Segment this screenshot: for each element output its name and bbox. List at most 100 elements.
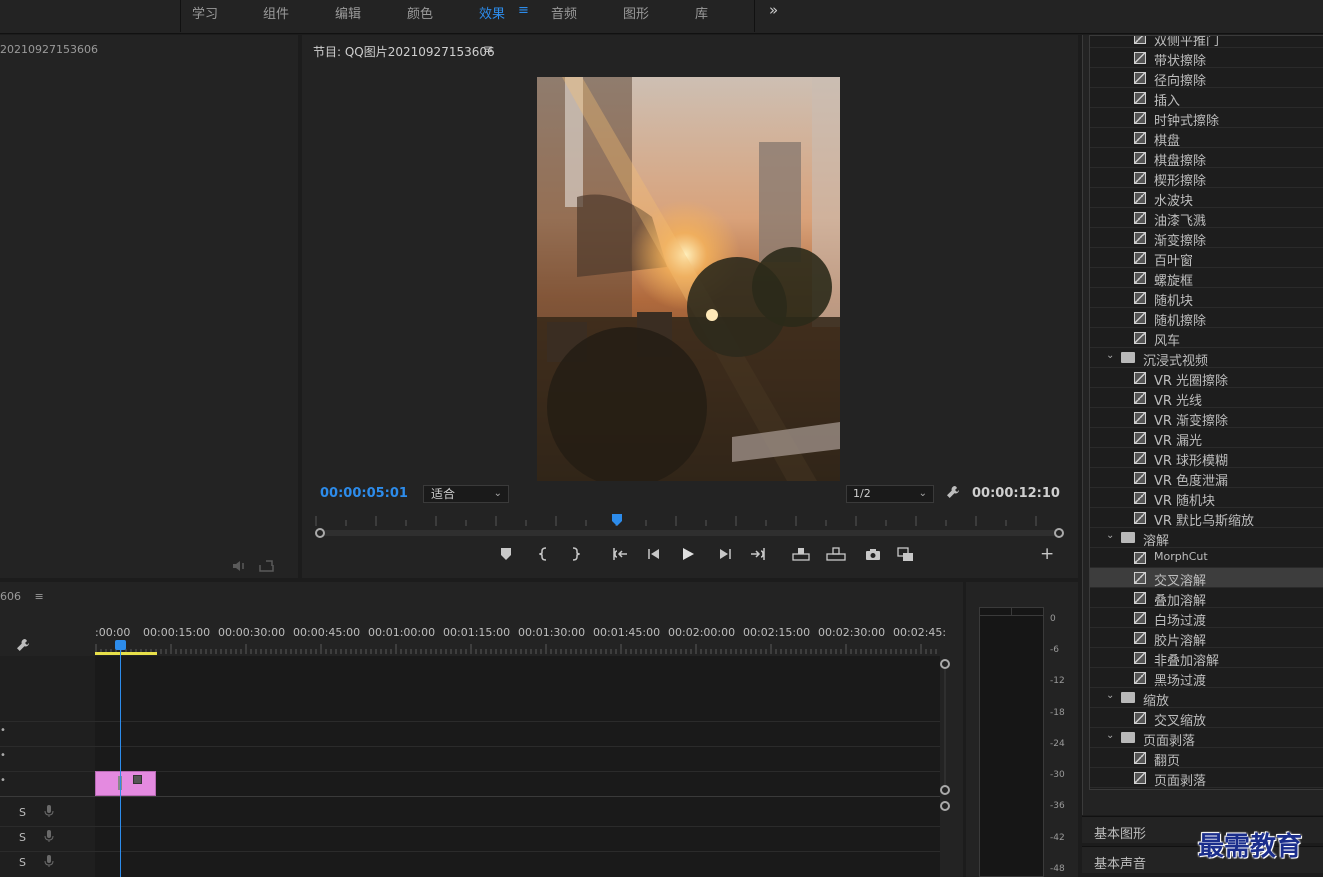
effect-item[interactable]: MorphCut [1090,548,1323,568]
effects-folder[interactable]: ⌄ 溶解 [1090,528,1323,549]
effect-item[interactable]: 百叶窗 [1090,248,1323,269]
lift-button[interactable] [792,547,810,565]
workspace-menu-icon[interactable]: ≡ [518,3,529,18]
audio-icon[interactable] [232,560,248,575]
scroll-handle-top[interactable] [940,801,950,811]
go-to-in-button[interactable] [612,547,628,565]
solo-button[interactable]: S [19,831,26,844]
add-button-icon[interactable]: + [1040,544,1054,564]
effect-label: 渐变擦除 [1154,234,1207,249]
step-back-button[interactable] [647,547,661,565]
scroll-handle-right[interactable] [1054,528,1064,538]
tab-graphics[interactable]: 图形 [623,3,649,22]
program-playhead[interactable] [612,514,622,526]
timeline-ruler[interactable]: :00:00 00:00:15:00 00:00:30:00 00:00:45:… [95,626,946,640]
scroll-handle-bottom[interactable] [940,785,950,795]
microphone-icon[interactable] [44,804,54,821]
tab-color[interactable]: 颜色 [407,3,433,22]
zoom-scroll-bar[interactable] [320,530,1060,536]
effect-item[interactable]: 胶片溶解 [1090,628,1323,649]
tab-assembly[interactable]: 组件 [263,3,289,22]
export-icon[interactable] [259,560,275,575]
effect-item[interactable]: VR 渐变擦除 [1090,408,1323,429]
video-clip[interactable] [95,771,156,796]
comparison-view-button[interactable] [897,547,915,567]
effect-item[interactable]: 黑场过渡 [1090,668,1323,689]
effect-item[interactable]: VR 随机块 [1090,488,1323,509]
solo-button[interactable]: S [19,806,26,819]
current-timecode[interactable]: 00:00:05:01 [320,486,408,501]
effects-folder[interactable]: ⌄ 沉浸式视频 [1090,348,1323,369]
tab-learn[interactable]: 学习 [192,3,218,22]
effects-folder[interactable]: ⌄ 页面剥落 [1090,728,1323,749]
effect-label: 交叉缩放 [1154,714,1207,729]
effect-item[interactable]: VR 色度泄漏 [1090,468,1323,489]
timeline-playhead[interactable] [115,640,126,650]
scroll-handle-left[interactable] [315,528,325,538]
effect-item[interactable]: 棋盘擦除 [1090,148,1323,169]
effect-item[interactable]: 双侧平推门 [1090,36,1323,49]
effect-item[interactable]: VR 球形模糊 [1090,448,1323,469]
effect-item[interactable]: 随机擦除 [1090,308,1323,329]
tab-audio[interactable]: 音频 [551,3,577,22]
effect-item[interactable]: 螺旋框 [1090,268,1323,289]
effect-item[interactable]: 带状擦除 [1090,48,1323,69]
step-forward-button[interactable] [718,547,732,565]
effect-item[interactable]: 叠加溶解 [1090,588,1323,609]
extract-button[interactable] [826,547,846,565]
effect-item[interactable]: 棋盘 [1090,128,1323,149]
work-area-bar[interactable] [95,652,157,655]
effect-item[interactable]: 翻页 [1090,748,1323,769]
effect-item[interactable]: VR 漏光 [1090,428,1323,449]
scroll-handle-top[interactable] [940,659,950,669]
track-area[interactable] [95,656,940,877]
effect-item[interactable]: 水波块 [1090,188,1323,209]
effect-item[interactable]: 白场过渡 [1090,608,1323,629]
effect-item[interactable]: 交叉缩放 [1090,708,1323,729]
effect-label: 随机擦除 [1154,314,1207,329]
microphone-icon[interactable] [44,854,54,871]
effect-label: VR 随机块 [1154,494,1216,509]
effect-item[interactable]: VR 光圈擦除 [1090,368,1323,389]
camera-icon[interactable] [865,547,881,565]
program-menu-icon[interactable]: ≡ [483,42,493,56]
microphone-icon[interactable] [44,829,54,846]
effect-item[interactable]: 楔形擦除 [1090,168,1323,189]
effect-item[interactable]: 交叉溶解 [1090,568,1323,589]
effects-folder[interactable]: ⌄ 缩放 [1090,688,1323,709]
transition-icon [1134,372,1146,384]
mark-out-button[interactable] [570,547,581,565]
tab-effects[interactable]: 效果 [479,3,505,22]
fit-zoom-select[interactable]: 适合 ⌄ [423,485,509,503]
effect-item[interactable]: 页面剥落 [1090,768,1323,789]
effect-item[interactable]: 时钟式擦除 [1090,108,1323,129]
effect-item[interactable]: 渐变擦除 [1090,228,1323,249]
chevron-down-icon[interactable]: ⌄ [1106,690,1114,701]
effect-item[interactable]: VR 默比乌斯缩放 [1090,508,1323,529]
effect-item[interactable]: 随机块 [1090,288,1323,309]
vertical-scrollbar[interactable] [944,669,946,785]
db-label: -30 [1050,770,1065,780]
chevron-down-icon[interactable]: ⌄ [1106,350,1114,361]
program-time-ruler[interactable] [314,512,1066,528]
tab-editing[interactable]: 编辑 [335,3,361,22]
effect-item[interactable]: 油漆飞溅 [1090,208,1323,229]
effect-item[interactable]: 非叠加溶解 [1090,648,1323,669]
go-to-out-button[interactable] [750,547,766,565]
resolution-select[interactable]: 1/2 ⌄ [846,485,934,503]
solo-button[interactable]: S [19,856,26,869]
play-button[interactable] [681,547,695,565]
chevron-down-icon[interactable]: ⌄ [1106,530,1114,541]
wrench-icon[interactable] [16,638,30,655]
effect-item[interactable]: 插入 [1090,88,1323,109]
add-marker-button[interactable] [500,547,512,565]
effect-item[interactable]: 径向擦除 [1090,68,1323,89]
tab-libraries[interactable]: 库 [695,3,708,22]
more-workspaces-icon[interactable]: » [769,1,778,19]
effect-item[interactable]: 风车 [1090,328,1323,349]
wrench-icon[interactable] [946,485,960,503]
mark-in-button[interactable] [538,547,549,565]
chevron-down-icon[interactable]: ⌄ [1106,730,1114,741]
timeline-menu-icon[interactable]: ≡ [35,590,44,603]
effect-item[interactable]: VR 光线 [1090,388,1323,409]
